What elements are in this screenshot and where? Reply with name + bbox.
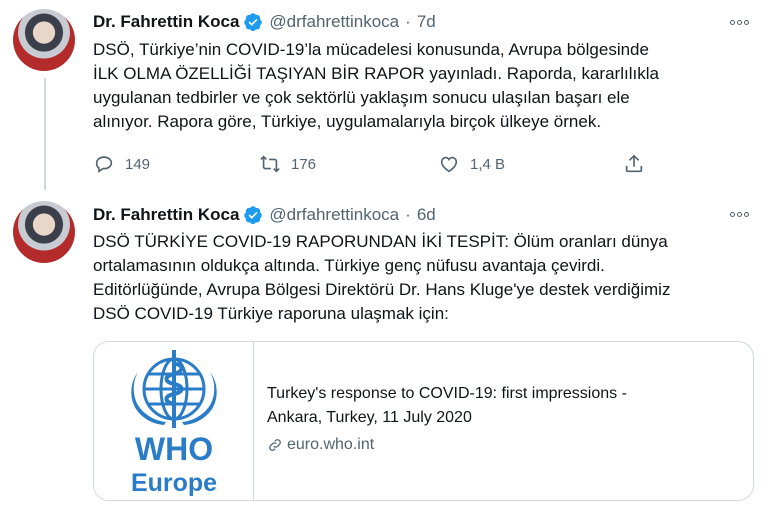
retweet-count: 176	[291, 155, 317, 173]
thread-connector	[44, 78, 46, 202]
link-card[interactable]: WHO Europe Turkey's response to COVID-19…	[93, 341, 754, 501]
card-domain: euro.who.int	[267, 436, 737, 454]
tweet-text-line: DSÖ TÜRKİYE COVID-19 RAPORUNDAN İKİ TESP…	[93, 232, 668, 251]
retweet-icon	[260, 155, 280, 173]
card-title-line: Ankara, Turkey, 11 July 2020	[267, 409, 472, 426]
author-handle[interactable]: @drfahrettinkoca	[269, 12, 399, 32]
like-button[interactable]: 1,4 B	[438, 150, 505, 178]
tweet-text-line: İLK OLMA ÖZELLİĞİ TAŞIYAN BİR RAPOR yayı…	[93, 64, 659, 83]
more-options-icon[interactable]	[730, 17, 754, 27]
like-icon	[440, 156, 458, 173]
tweet-text: DSÖ, Türkiye’nin COVID-19’la mücadelesi …	[93, 38, 753, 134]
tweet-text-line: Editörlüğünde, Avrupa Bölgesi Direktörü …	[93, 280, 671, 299]
avatar[interactable]	[13, 9, 75, 71]
card-thumbnail: WHO Europe	[94, 342, 254, 500]
tweet-text: DSÖ TÜRKİYE COVID-19 RAPORUNDAN İKİ TESP…	[93, 230, 753, 326]
tweet[interactable]: Dr. Fahrettin Koca @drfahrettinkoca · 7d…	[0, 0, 770, 190]
card-body: Turkey's response to COVID-19: first imp…	[267, 382, 737, 454]
card-title-line: Turkey's response to COVID-19: first imp…	[267, 385, 627, 402]
share-button[interactable]	[623, 150, 655, 178]
tweet-header: Dr. Fahrettin Koca @drfahrettinkoca · 6d	[93, 203, 436, 227]
tweet-text-line: DSÖ COVID-19 Türkiye raporuna ulaşmak iç…	[93, 304, 449, 323]
tweet-header: Dr. Fahrettin Koca @drfahrettinkoca · 7d	[93, 10, 436, 34]
author-handle[interactable]: @drfahrettinkoca	[269, 205, 399, 225]
tweet-text-line: ortalamasının oldukça altında. Türkiye g…	[93, 256, 605, 275]
tweet[interactable]: DSÖ TÜRKİYE COVID-19 RAPORUNDAN İKİ TESP…	[0, 190, 770, 506]
separator: ·	[405, 12, 411, 31]
who-emblem-icon: WHO Europe	[131, 350, 217, 497]
tweet-time[interactable]: 6d	[417, 205, 436, 225]
retweet-button[interactable]: 176	[259, 150, 316, 178]
tweet-time[interactable]: 7d	[417, 12, 436, 32]
more-options-icon[interactable]	[730, 209, 754, 219]
separator: ·	[405, 205, 411, 224]
verified-badge-icon	[244, 206, 263, 225]
verified-badge-icon	[244, 13, 263, 32]
share-icon	[625, 154, 643, 173]
link-icon	[269, 439, 281, 451]
like-count: 1,4 B	[470, 155, 506, 173]
card-domain-text: euro.who.int	[287, 436, 375, 453]
author-name[interactable]: Dr. Fahrettin Koca	[93, 205, 239, 225]
tweet-actions: 149 176 1,4 B	[93, 150, 653, 178]
tweet-text-line: alınıyor. Rapora göre, Türkiye, uygulama…	[93, 112, 602, 131]
tweet-text-line: DSÖ, Türkiye’nin COVID-19’la mücadelesi …	[93, 40, 649, 59]
reply-count: 149	[125, 155, 151, 173]
reply-icon	[95, 156, 113, 173]
avatar[interactable]	[13, 201, 75, 263]
tweet-text-line: uygulanan tedbirler ve çok sektörlü yakl…	[93, 88, 630, 107]
who-logo-region: Europe	[131, 469, 217, 497]
who-logo-text: WHO	[135, 431, 213, 467]
author-name[interactable]: Dr. Fahrettin Koca	[93, 12, 239, 32]
reply-button[interactable]: 149	[93, 150, 150, 178]
